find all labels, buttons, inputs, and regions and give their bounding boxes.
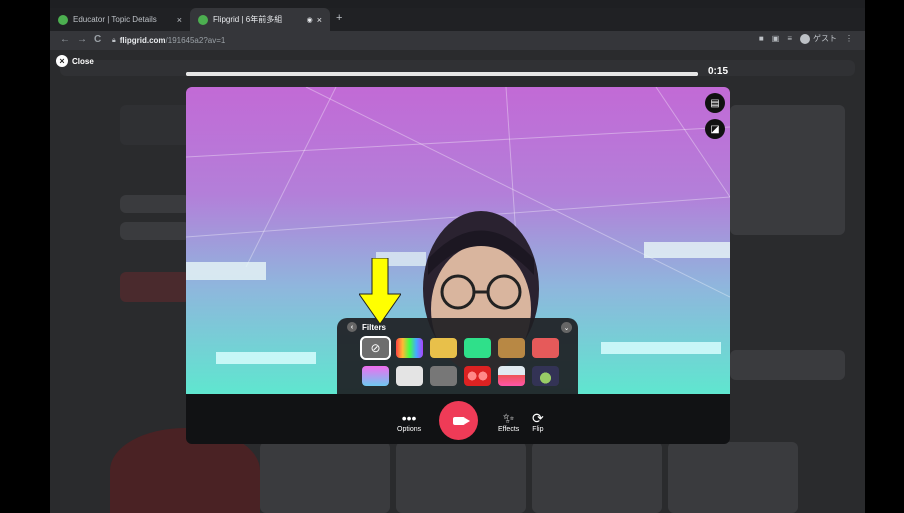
reload-icon[interactable]: C <box>94 34 101 45</box>
tab-close-icon[interactable]: × <box>177 15 182 25</box>
flip-button[interactable]: ⟳ Flip <box>532 410 544 433</box>
back-icon[interactable]: ← <box>60 34 70 45</box>
dim-sidecard <box>730 105 845 235</box>
video-camera-icon <box>452 416 470 425</box>
filters-back-icon[interactable]: ‹ <box>347 322 357 332</box>
filter-swatch-row2-2[interactable] <box>430 366 457 386</box>
flipgrid-favicon-icon <box>198 14 208 25</box>
close-button[interactable]: × Close <box>56 55 94 67</box>
magic-wand-icon: ✨︎ <box>502 410 515 426</box>
forward-icon[interactable]: → <box>77 34 87 45</box>
filter-row: ⊘ <box>360 336 559 360</box>
tab-educator[interactable]: Educator | Topic Details × <box>50 8 190 31</box>
no-filter-icon: ⊘ <box>370 341 381 355</box>
close-icon: × <box>56 55 68 67</box>
filter-swatch-row1-2[interactable] <box>430 338 457 358</box>
filter-swatch-row2-1[interactable] <box>396 366 423 386</box>
filter-swatch-row2-0[interactable] <box>362 366 389 386</box>
filters-panel: ‹ Filters ⌄ ⊘ <box>337 318 578 394</box>
filters-collapse-icon[interactable]: ⌄ <box>561 322 572 333</box>
tab-title: Flipgrid | 6年前多組 <box>213 15 283 24</box>
dim-response-card <box>260 442 390 513</box>
tab-close-icon[interactable]: × <box>317 15 322 25</box>
filter-swatch-row1-1[interactable] <box>396 338 423 358</box>
filter-swatch-row1-0[interactable]: ⊘ <box>360 336 391 360</box>
dim-button <box>120 272 190 302</box>
screen-share-icon[interactable]: ◪ <box>705 119 725 139</box>
url-domain: flipgrid.com <box>119 36 166 45</box>
filter-swatch-row1-3[interactable] <box>464 338 491 358</box>
record-button[interactable] <box>439 401 478 440</box>
dim-response-card <box>396 442 526 513</box>
filter-swatch-row1-5[interactable] <box>532 338 559 358</box>
filter-swatch-row2-4[interactable] <box>498 366 525 386</box>
recording-progress-bar <box>186 72 698 76</box>
filter-swatch-row1-4[interactable] <box>498 338 525 358</box>
yellow-arrow-annotation <box>359 258 401 324</box>
camera-icon[interactable]: ■ <box>759 34 764 43</box>
extension-icon[interactable]: ▣ <box>772 34 780 43</box>
tab-title: Educator | Topic Details <box>73 15 157 24</box>
filter-row <box>362 366 559 386</box>
address-bar: ← → C 🔒︎ flipgrid.com /191645a2?av=1 ■ ▣… <box>50 31 865 50</box>
menu-kebab-icon[interactable]: ⋮ <box>845 34 853 43</box>
effects-button[interactable]: ✨︎ Effects <box>498 410 519 433</box>
filter-swatch-row2-5[interactable] <box>532 366 559 386</box>
flip-camera-icon: ⟳ <box>532 410 544 426</box>
tab-bar: Educator | Topic Details × Flipgrid | 6年… <box>50 8 865 31</box>
options-button[interactable]: ••• Options <box>397 410 421 433</box>
recording-timer: 0:15 <box>708 66 729 77</box>
lock-icon: 🔒︎ <box>112 36 116 44</box>
dim-response-card <box>668 442 798 513</box>
dim-sidecard <box>730 350 845 380</box>
dim-input <box>120 195 190 213</box>
close-label: Close <box>72 56 94 66</box>
profile-button[interactable]: ゲスト <box>800 33 837 44</box>
options-label: Options <box>397 426 422 433</box>
flip-label: Flip <box>532 426 544 433</box>
more-dots-icon: ••• <box>401 410 417 426</box>
profile-label: ゲスト <box>813 34 837 43</box>
url-path: /191645a2?av=1 <box>165 36 226 45</box>
tab-flipgrid[interactable]: Flipgrid | 6年前多組 ◉ × <box>190 8 330 31</box>
new-tab-button[interactable]: + <box>336 12 342 24</box>
dim-input <box>120 222 190 240</box>
captions-icon[interactable]: ▤ <box>705 93 725 113</box>
reading-list-icon[interactable]: ≡ <box>787 34 792 43</box>
filter-swatch-row2-3[interactable] <box>464 366 491 386</box>
url-field[interactable]: 🔒︎ flipgrid.com /191645a2?av=1 <box>112 34 225 47</box>
flipgrid-favicon-icon <box>58 14 68 25</box>
progress-fill <box>186 72 698 76</box>
profile-avatar-icon <box>800 33 810 44</box>
dim-response-card <box>532 442 662 513</box>
recording-dot-icon: ◉ <box>306 16 313 24</box>
browser-actions: ■ ▣ ≡ ゲスト ⋮ <box>759 33 853 44</box>
effects-label: Effects <box>498 426 520 433</box>
